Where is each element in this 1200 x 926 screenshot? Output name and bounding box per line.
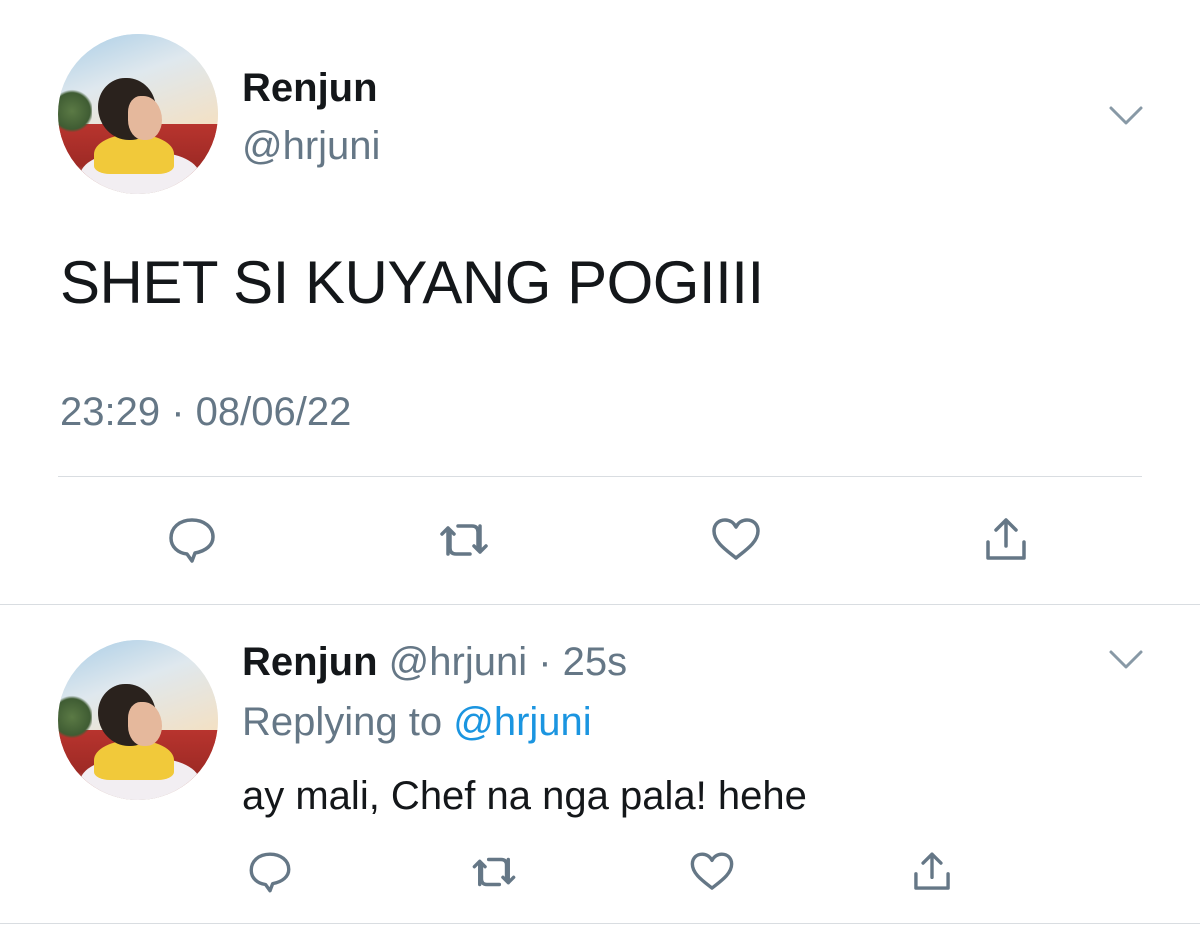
comment-icon: [169, 518, 215, 563]
replying-to-line: Replying to @hrjuni: [242, 700, 592, 745]
divider: [58, 476, 1142, 477]
reply-time-ago[interactable]: 25s: [563, 640, 628, 684]
like-button[interactable]: [682, 842, 742, 902]
replying-to-mention[interactable]: @hrjuni: [453, 700, 591, 744]
reply-text: ay mali, Chef na nga pala! hehe: [242, 774, 807, 818]
avatar-face: [128, 96, 162, 140]
like-button[interactable]: [706, 510, 766, 570]
reply-author-avatar[interactable]: [58, 640, 218, 800]
comment-icon: [249, 852, 291, 893]
retweet-button[interactable]: [434, 510, 494, 570]
avatar-hood: [94, 134, 174, 174]
author-handle[interactable]: @hrjuni: [242, 124, 380, 169]
tweet-text: SHET SI KUYANG POGIIII: [60, 249, 764, 316]
retweet-button[interactable]: [464, 842, 524, 902]
avatar-tree: [58, 88, 92, 135]
avatar-face: [128, 702, 162, 746]
chevron-down-icon[interactable]: [1108, 104, 1144, 128]
reply-button[interactable]: [240, 842, 300, 902]
share-button[interactable]: [976, 510, 1036, 570]
divider: [0, 604, 1200, 605]
tweet-timestamp[interactable]: 23:29 · 08/06/22: [60, 390, 351, 435]
avatar-hood: [94, 740, 174, 780]
reply-author-handle[interactable]: @hrjuni: [389, 640, 527, 684]
reply-separator: ·: [527, 640, 563, 684]
reply-header: Renjun @hrjuni · 25s: [242, 640, 627, 685]
author-name[interactable]: Renjun: [242, 66, 378, 111]
author-avatar[interactable]: [58, 34, 218, 194]
avatar-tree: [58, 694, 92, 741]
retweet-icon: [440, 524, 488, 556]
heart-icon: [712, 518, 760, 560]
reply-author-name[interactable]: Renjun: [242, 640, 378, 684]
reply-button[interactable]: [162, 510, 222, 570]
chevron-down-icon[interactable]: [1108, 648, 1144, 672]
retweet-icon: [472, 857, 516, 887]
divider: [0, 923, 1200, 924]
share-icon: [914, 852, 950, 890]
replying-to-label: Replying to: [242, 700, 443, 744]
share-icon: [986, 518, 1026, 560]
heart-icon: [690, 852, 734, 890]
share-button[interactable]: [902, 842, 962, 902]
